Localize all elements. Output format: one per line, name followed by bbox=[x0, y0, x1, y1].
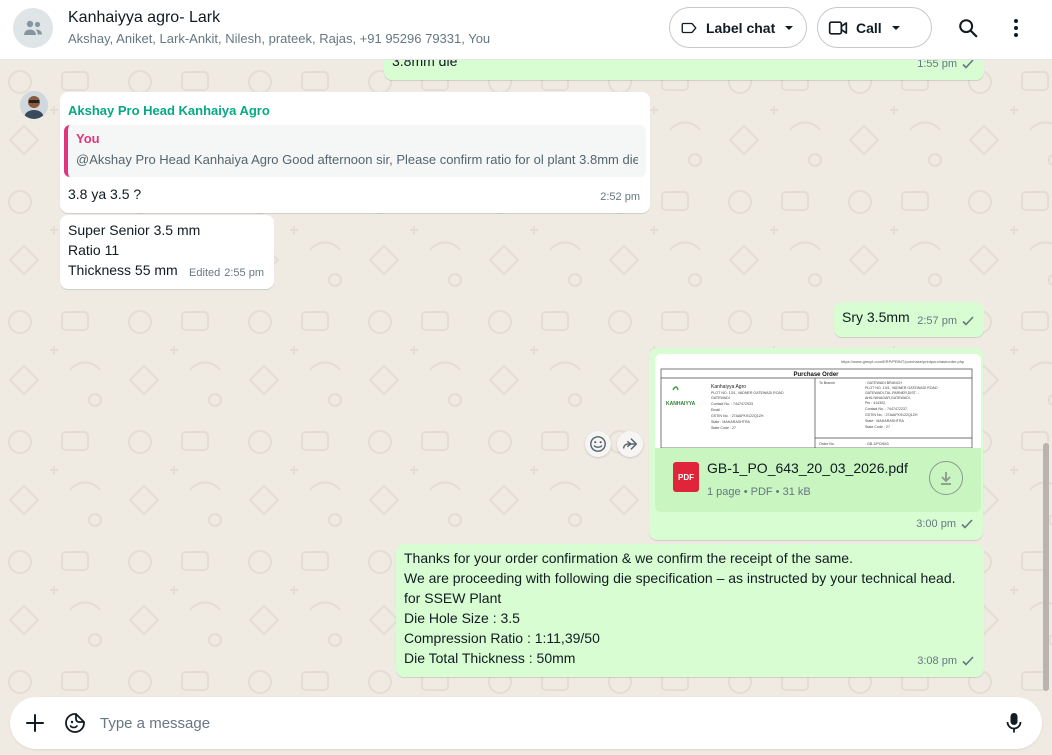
message-time: 3:00 pm bbox=[916, 514, 973, 534]
message-outgoing[interactable]: Thanks for your order confirmation & we … bbox=[396, 544, 984, 677]
single-check-icon bbox=[961, 519, 973, 529]
message-outgoing[interactable]: 3.8mm die 1:55 pm bbox=[384, 60, 984, 80]
message-outgoing[interactable]: Sry 3.5mm 2:57 pm bbox=[834, 302, 984, 337]
svg-text:PLOT NO. 13/1, VADNER GATEWADI: PLOT NO. 13/1, VADNER GATEWADI ROAD bbox=[865, 386, 938, 390]
quote-author: You bbox=[76, 131, 100, 146]
message-document[interactable]: https://www.gmcpl.com/ERP/PRINT/purchase… bbox=[649, 348, 983, 540]
message-text: Super Senior 3.5 mm Ratio 11 Thickness 5… bbox=[68, 222, 201, 278]
mic-icon bbox=[1006, 713, 1022, 733]
single-check-icon bbox=[962, 316, 974, 326]
svg-text:: GB-1/PO/643: : GB-1/PO/643 bbox=[865, 442, 889, 446]
single-check-icon bbox=[962, 656, 974, 666]
message-text: 3.8 ya 3.5 ? bbox=[68, 186, 142, 202]
forward-button[interactable] bbox=[617, 431, 643, 457]
document-preview-image: https://www.gmcpl.com/ERP/PRINT/purchase… bbox=[655, 354, 981, 448]
scrollbar-thumb[interactable] bbox=[1043, 443, 1049, 691]
svg-text:GSTIN No. : 27AAIFK9122Q1ZH: GSTIN No. : 27AAIFK9122Q1ZH bbox=[865, 413, 918, 417]
svg-text:: GATEWADI BRANCH: : GATEWADI BRANCH bbox=[865, 381, 902, 385]
forward-icon bbox=[622, 438, 638, 450]
chat-title: Kanhaiyya agro- Lark bbox=[68, 9, 221, 26]
search-icon bbox=[959, 19, 978, 38]
quoted-message[interactable]: You @Akshay Pro Head Kanhaiya Agro Good … bbox=[64, 125, 646, 177]
quote-text: @Akshay Pro Head Kanhaiya Agro Good afte… bbox=[76, 152, 638, 167]
svg-text:Contact No. : 7447472237,: Contact No. : 7447472237, bbox=[865, 407, 908, 411]
sender-name[interactable]: Akshay Pro Head Kanhaiya Agro bbox=[68, 101, 270, 121]
message-text: Thanks for your order confirmation & we … bbox=[404, 550, 956, 666]
message-input[interactable] bbox=[100, 707, 980, 739]
label-icon bbox=[681, 22, 697, 33]
message-composer bbox=[10, 697, 1042, 749]
call-button[interactable]: Call bbox=[817, 7, 932, 48]
message-time: Edited 2:55 pm bbox=[189, 263, 264, 283]
chat-messages[interactable]: 3.8mm die 1:55 pm Akshay Pro Head Kanhai… bbox=[0, 60, 1052, 695]
svg-text:GATEWADI,TAL.PARNER,DIST. -: GATEWADI,TAL.PARNER,DIST. - bbox=[865, 391, 920, 395]
label-chat-label: Label chat bbox=[706, 19, 776, 36]
attach-button[interactable] bbox=[22, 710, 48, 736]
more-vertical-icon bbox=[1014, 19, 1018, 37]
svg-text:State Code : 27: State Code : 27 bbox=[865, 425, 890, 429]
edited-label: Edited bbox=[189, 267, 221, 279]
user-photo-icon bbox=[20, 91, 48, 119]
svg-text:State : MAHARASHTRA: State : MAHARASHTRA bbox=[711, 420, 751, 424]
message-time: 2:57 pm bbox=[917, 311, 974, 331]
avatar[interactable] bbox=[20, 91, 48, 119]
svg-text:GSTIN No. : 27AAIFK9122Q1ZH: GSTIN No. : 27AAIFK9122Q1ZH bbox=[711, 414, 764, 418]
file-meta: 1 page • PDF • 31 kB bbox=[707, 486, 811, 498]
svg-text:AHILYANAGAR,GATEWADI,: AHILYANAGAR,GATEWADI, bbox=[865, 396, 911, 400]
svg-text:State Code : 27: State Code : 27 bbox=[711, 426, 736, 430]
preview-heading: Purchase Order bbox=[793, 372, 839, 378]
react-button[interactable] bbox=[585, 431, 611, 457]
message-incoming[interactable]: Akshay Pro Head Kanhaiya Agro You @Aksha… bbox=[60, 92, 650, 213]
preview-url: https://www.gmcpl.com/ERP/PRINT/purchase… bbox=[841, 359, 965, 364]
file-name: GB-1_PO_643_20_03_2026.pdf bbox=[707, 460, 908, 476]
video-call-icon bbox=[828, 20, 848, 35]
emoji-icon bbox=[590, 436, 606, 452]
chat-header: Kanhaiyya agro- Lark Akshay, Aniket, Lar… bbox=[0, 0, 1052, 60]
svg-text:Contact No. : 7447472933: Contact No. : 7447472933 bbox=[711, 402, 753, 406]
download-icon bbox=[941, 472, 951, 485]
label-chat-button[interactable]: Label chat bbox=[669, 7, 807, 48]
message-text: Sry 3.5mm bbox=[842, 309, 910, 325]
menu-button[interactable] bbox=[1002, 14, 1030, 42]
sticker-icon bbox=[65, 713, 85, 733]
message-time: 2:52 pm bbox=[600, 191, 640, 203]
group-avatar[interactable] bbox=[13, 8, 53, 48]
chat-info[interactable]: Kanhaiyya agro- Lark Akshay, Aniket, Lar… bbox=[68, 8, 628, 48]
message-time: 1:55 pm bbox=[917, 60, 974, 74]
chevron-down-icon bbox=[785, 25, 794, 30]
svg-text:Pin : 414302,: Pin : 414302, bbox=[865, 401, 886, 405]
svg-text:PLOT NO. 13/1, VADNER GATEWADI: PLOT NO. 13/1, VADNER GATEWADI ROAD bbox=[711, 391, 784, 395]
sticker-button[interactable] bbox=[62, 710, 88, 736]
svg-text:To Branch: To Branch bbox=[819, 381, 835, 385]
chat-members: Akshay, Aniket, Lark-Ankit, Nilesh, prat… bbox=[68, 31, 491, 46]
call-label: Call bbox=[856, 19, 882, 36]
chevron-down-icon bbox=[891, 25, 900, 30]
download-button[interactable] bbox=[929, 461, 963, 495]
pdf-icon: PDF bbox=[673, 462, 699, 492]
svg-text:GATEWADI: GATEWADI bbox=[711, 396, 730, 400]
svg-text:Email :: Email : bbox=[711, 408, 722, 412]
group-icon bbox=[24, 20, 42, 35]
search-button[interactable] bbox=[954, 14, 982, 42]
message-text: 3.8mm die bbox=[392, 60, 458, 69]
plus-icon bbox=[26, 714, 44, 732]
message-time: 3:08 pm bbox=[917, 651, 974, 671]
preview-logo: KANHAIYYA bbox=[666, 401, 696, 407]
document-file-row[interactable]: PDF GB-1_PO_643_20_03_2026.pdf 1 page • … bbox=[655, 448, 981, 512]
voice-message-button[interactable] bbox=[1001, 710, 1027, 736]
svg-text:State : MAHARASHTRA: State : MAHARASHTRA bbox=[865, 419, 905, 423]
message-incoming[interactable]: Super Senior 3.5 mm Ratio 11 Thickness 5… bbox=[60, 215, 274, 289]
svg-text:Order No.: Order No. bbox=[819, 442, 835, 446]
single-check-icon bbox=[962, 60, 974, 69]
document-preview[interactable]: https://www.gmcpl.com/ERP/PRINT/purchase… bbox=[655, 354, 981, 448]
preview-company: Kanhaiyya Agro bbox=[711, 384, 746, 390]
